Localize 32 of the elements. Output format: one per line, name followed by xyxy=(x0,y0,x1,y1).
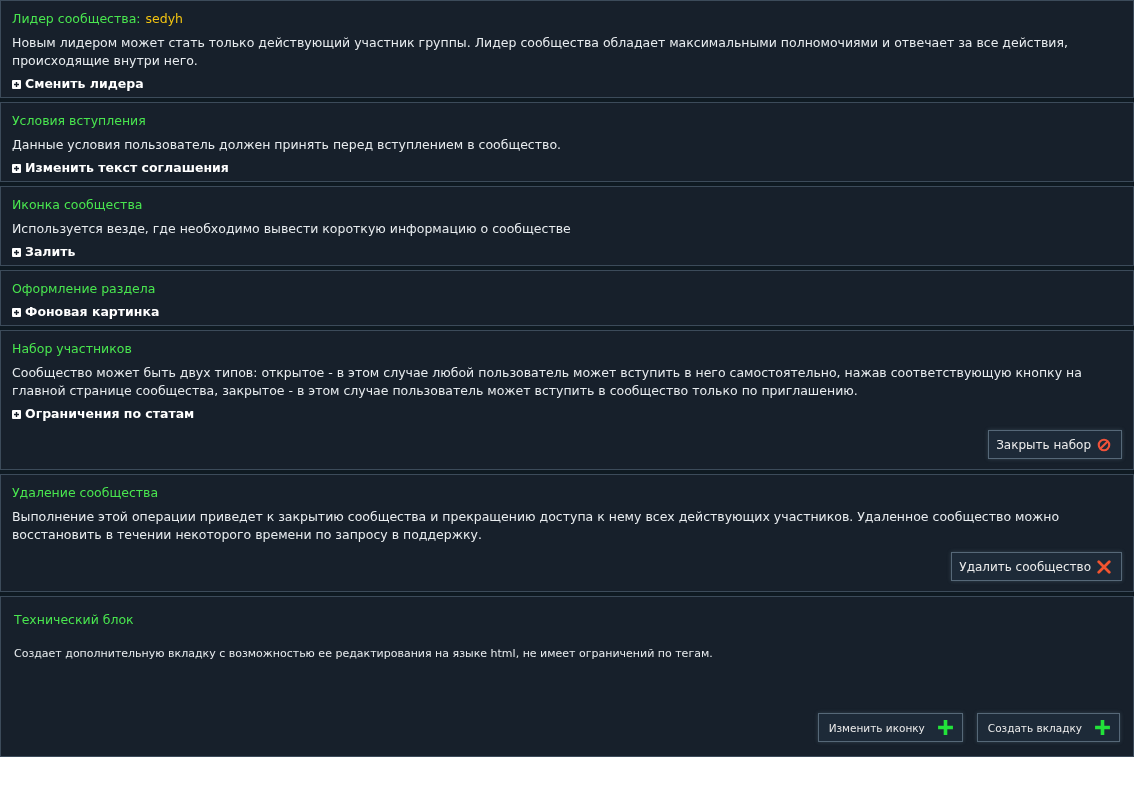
section-title: Иконка сообщества xyxy=(12,197,143,212)
action-button[interactable]: Изменить иконку xyxy=(817,713,963,742)
expand-icon xyxy=(12,247,21,257)
prohibited-icon xyxy=(1097,437,1111,452)
section-title: Удаление сообщества xyxy=(12,485,159,500)
section-title: Лидер сообщества: xyxy=(12,11,141,26)
expand-icon xyxy=(12,307,21,317)
action-button[interactable]: Закрыть набор xyxy=(988,430,1122,459)
action-button[interactable]: Создать вкладку xyxy=(976,713,1120,742)
section-description: Данные условия пользователь должен принять перед вступлением в сообщество. xyxy=(12,136,562,154)
section-title: Технический блок xyxy=(14,612,134,627)
expand-link[interactable]: Залить xyxy=(12,244,76,260)
plus-icon xyxy=(936,719,954,736)
expand-icon xyxy=(12,409,21,419)
leader-name: sedyh xyxy=(145,11,183,26)
expand-link[interactable]: Изменить текст соглашения xyxy=(12,160,229,176)
expand-link[interactable]: Фоновая картинка xyxy=(12,304,160,320)
plus-icon xyxy=(1094,719,1111,736)
section-title: Оформление раздела xyxy=(12,281,156,296)
section-description: Создает дополнительную вкладку с возможностью ее редактирования на языке html, не имеет ограничений по тегам. xyxy=(14,646,714,662)
section-description: Новым лидером может стать только действующий участник группы. Лидер сообщества обладает максимальными полномочиями и отвечает за все действия, происходящие внутри него. xyxy=(12,34,1069,70)
close-icon xyxy=(1097,559,1111,574)
action-button[interactable]: Удалить сообщество xyxy=(951,552,1122,581)
expand-link[interactable]: Сменить лидера xyxy=(12,76,144,92)
section-title: Условия вступления xyxy=(12,113,146,128)
section-description: Используется везде, где необходимо вывести короткую информацию о сообществе xyxy=(12,220,572,238)
section-description: Выполнение этой операции приведет к закрытию сообщества и прекращению доступа к нему всех действующих участников. Удаленное сообщество можно восстановить в течении некоторого времени по запросу в поддержку. xyxy=(12,508,1061,544)
section-description: Сообщество может быть двух типов: открытое - в этом случае любой пользователь может вступить в него самостоятельно, нажав соответствующую кнопку на главной странице сообщества, закрытое - в этом случае пользователь может вступить в сообщество только по приглашению. xyxy=(12,364,1083,400)
expand-icon xyxy=(12,79,21,89)
section-title: Набор участников xyxy=(12,341,132,356)
expand-icon xyxy=(12,163,21,173)
expand-link[interactable]: Ограничения по статам xyxy=(12,406,195,422)
